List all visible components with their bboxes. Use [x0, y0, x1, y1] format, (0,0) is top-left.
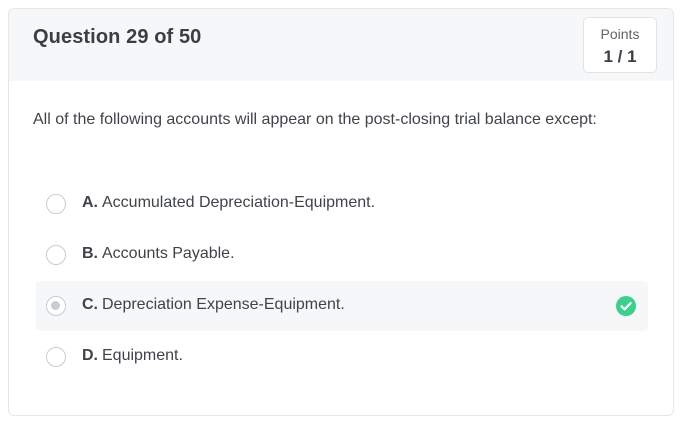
question-title: Question 29 of 50: [33, 26, 202, 48]
answer-option-c[interactable]: C. Depreciation Expense-Equipment.: [36, 281, 648, 331]
option-text: Depreciation Expense-Equipment.: [102, 296, 345, 313]
answer-option-a[interactable]: A. Accumulated Depreciation-Equipment.: [36, 179, 648, 229]
option-letter: D.: [82, 347, 98, 364]
answer-option-b[interactable]: B. Accounts Payable.: [36, 230, 648, 280]
radio-button-c[interactable]: [46, 296, 66, 316]
option-text: Accounts Payable.: [102, 245, 235, 262]
points-box: Points 1 / 1: [583, 17, 657, 73]
option-letter: C.: [82, 296, 98, 313]
radio-button-a[interactable]: [46, 194, 66, 214]
option-letter: A.: [82, 194, 98, 211]
option-text: Equipment.: [102, 347, 183, 364]
question-card: Question 29 of 50 Points 1 / 1 All of th…: [8, 8, 674, 416]
answer-options: A. Accumulated Depreciation-Equipment. B…: [36, 179, 648, 383]
option-letter: B.: [82, 245, 98, 262]
answer-option-d[interactable]: D. Equipment.: [36, 332, 648, 382]
points-value: 1 / 1: [603, 47, 637, 66]
radio-button-d[interactable]: [46, 347, 66, 367]
question-header: Question 29 of 50 Points 1 / 1: [9, 9, 673, 81]
question-prompt: All of the following accounts will appea…: [33, 111, 597, 128]
option-text: Accumulated Depreciation-Equipment.: [102, 194, 376, 211]
check-circle-icon: [616, 296, 636, 316]
points-label: Points: [600, 26, 640, 42]
radio-button-b[interactable]: [46, 245, 66, 265]
